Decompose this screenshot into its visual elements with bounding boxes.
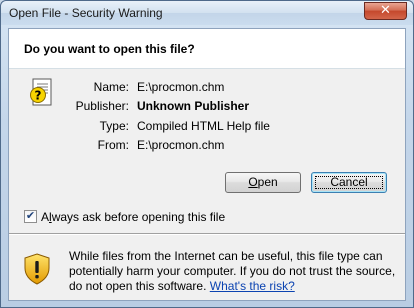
open-button[interactable]: Open bbox=[225, 172, 301, 193]
always-ask-label-prefix: A bbox=[41, 210, 50, 224]
property-row-name: Name: E:\procmon.chm bbox=[9, 80, 405, 96]
type-label: Type: bbox=[99, 119, 129, 133]
dialog-body: Do you want to open this file? ? Name: E… bbox=[8, 28, 406, 301]
cancel-button[interactable]: Cancel bbox=[311, 172, 387, 193]
dialog-header: Do you want to open this file? bbox=[9, 29, 405, 69]
shield-warning-icon bbox=[24, 253, 50, 285]
whats-the-risk-link[interactable]: What's the risk? bbox=[210, 279, 295, 293]
property-row-publisher: Publisher: Unknown Publisher bbox=[9, 99, 405, 115]
publisher-label: Publisher: bbox=[75, 99, 129, 113]
open-button-mnemonic: O bbox=[248, 175, 258, 189]
close-icon: ✕ bbox=[380, 3, 391, 18]
warning-message: While files from the Internet can be use… bbox=[69, 249, 399, 294]
always-ask-checkbox[interactable]: ✔ bbox=[24, 210, 37, 223]
dialog-question: Do you want to open this file? bbox=[24, 42, 195, 56]
always-ask-label-rest: ways ask before opening this file bbox=[51, 210, 226, 224]
checkmark-icon: ✔ bbox=[25, 210, 36, 222]
close-button[interactable]: ✕ bbox=[364, 2, 407, 20]
window-title: Open File - Security Warning bbox=[9, 6, 163, 20]
focus-rectangle bbox=[315, 176, 383, 189]
open-button-label: pen bbox=[257, 175, 278, 189]
publisher-value: Unknown Publisher bbox=[137, 99, 250, 113]
name-label: Name: bbox=[93, 80, 129, 94]
property-row-from: From: E:\procmon.chm bbox=[9, 138, 405, 154]
type-value: Compiled HTML Help file bbox=[137, 119, 270, 133]
property-row-type: Type: Compiled HTML Help file bbox=[9, 119, 405, 135]
separator bbox=[9, 233, 405, 235]
from-value: E:\procmon.chm bbox=[137, 138, 225, 152]
name-value: E:\procmon.chm bbox=[137, 80, 225, 94]
title-bar[interactable]: Open File - Security Warning ✕ bbox=[1, 1, 413, 25]
from-label: From: bbox=[97, 138, 129, 152]
always-ask-label[interactable]: Always ask before opening this file bbox=[41, 210, 225, 224]
security-warning-window: Open File - Security Warning ✕ Do you wa… bbox=[0, 0, 414, 308]
